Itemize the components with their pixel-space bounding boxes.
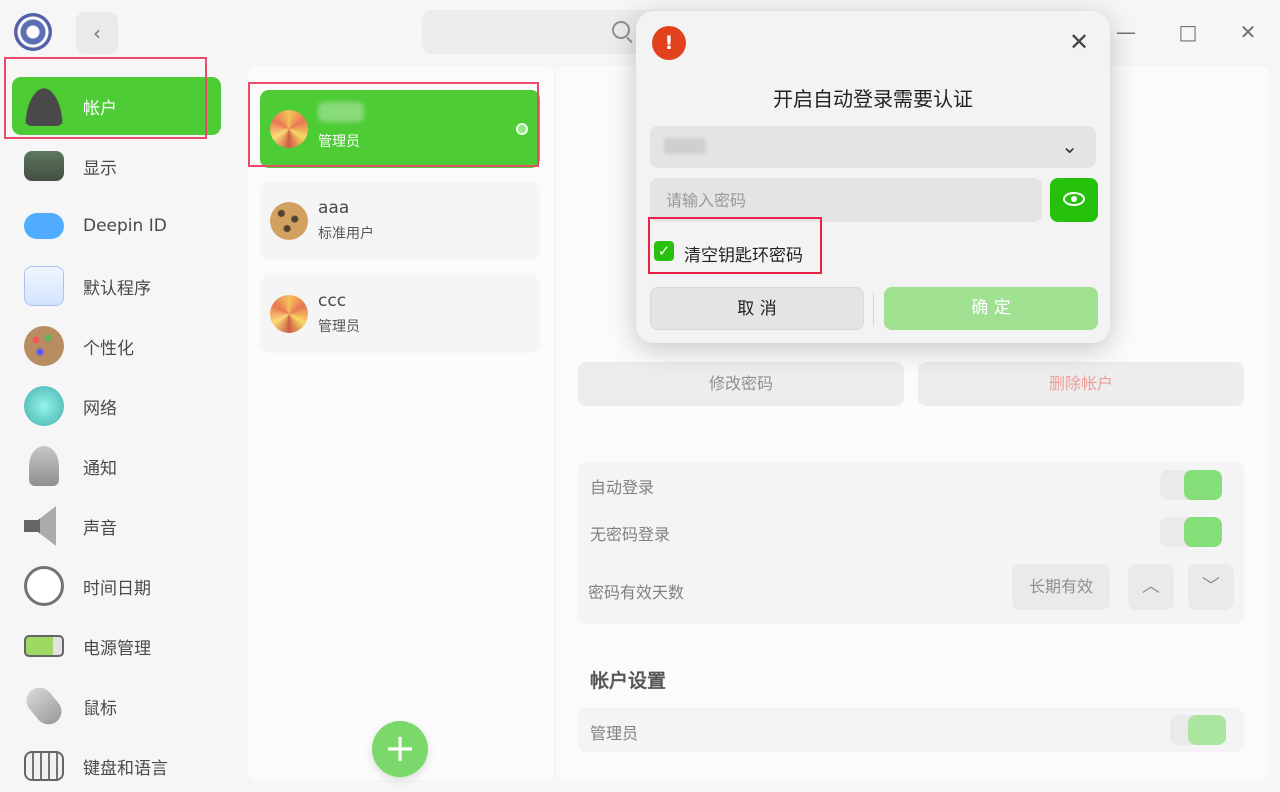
auth-dialog: ! ✕ 开启自动登录需要认证 ⌄ ✓ 清空钥匙环密码 取 消 确 定 (636, 11, 1110, 343)
shield-icon: ! (652, 26, 686, 60)
selected-user-value (664, 138, 706, 154)
show-password-button[interactable] (1050, 178, 1098, 222)
dialog-title: 开启自动登录需要认证 (773, 87, 973, 111)
close-icon[interactable]: ✕ (1066, 29, 1092, 55)
cancel-button[interactable]: 取 消 (650, 287, 864, 330)
user-select[interactable]: ⌄ (650, 126, 1096, 168)
chevron-down-icon: ⌄ (1061, 134, 1078, 158)
confirm-button[interactable]: 确 定 (884, 287, 1098, 330)
button-divider (873, 293, 874, 325)
highlight-box (648, 217, 822, 274)
eye-icon (1063, 192, 1085, 206)
password-input[interactable] (650, 178, 1042, 222)
